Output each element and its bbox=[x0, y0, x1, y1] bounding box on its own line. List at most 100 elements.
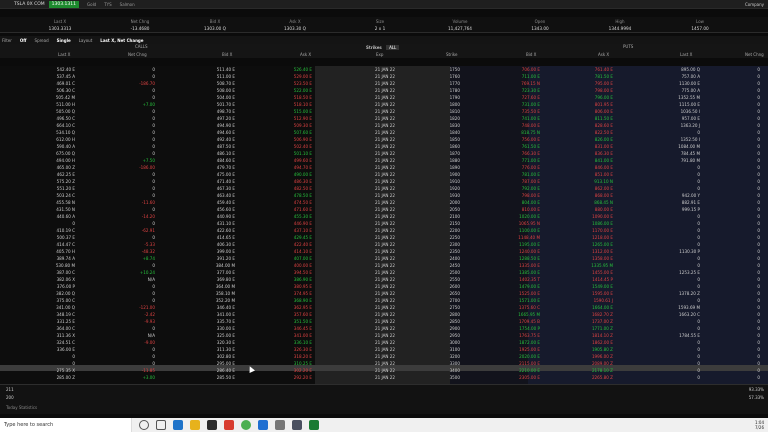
cell-pa[interactable]: 761.40 E bbox=[568, 66, 613, 73]
cell-pb[interactable]: 1335.00 E bbox=[495, 262, 540, 269]
cell-pa[interactable]: 826.00 E bbox=[568, 136, 613, 143]
cell-ca[interactable]: 446.90 E bbox=[262, 220, 312, 227]
cell-k[interactable]: 2250 bbox=[425, 234, 460, 241]
cell-k[interactable]: 3500 bbox=[425, 374, 460, 381]
spread-select[interactable]: Single bbox=[57, 38, 71, 43]
cell-pb[interactable]: 711.00 E bbox=[495, 73, 540, 80]
cell-exp[interactable]: 21 JAN 22 bbox=[355, 255, 395, 262]
cell-exp[interactable]: 21 JAN 22 bbox=[355, 87, 395, 94]
cell-ca[interactable]: 362.95 E bbox=[262, 304, 312, 311]
cell-exp[interactable]: 21 JAN 22 bbox=[355, 157, 395, 164]
cell-pa[interactable]: 868.00 E bbox=[568, 192, 613, 199]
cell-cb[interactable]: 463.40 E bbox=[185, 192, 235, 199]
cell-pn[interactable]: 0 bbox=[730, 178, 760, 185]
cell-pn[interactable]: 0 bbox=[730, 304, 760, 311]
cell-pb[interactable]: 1479.00 E bbox=[495, 283, 540, 290]
cell-pa[interactable]: 1905.80 Z bbox=[568, 346, 613, 353]
cell-pb[interactable]: 2020.00 E bbox=[495, 353, 540, 360]
tab-1[interactable]: TYS bbox=[104, 2, 111, 7]
cell-pb[interactable]: 769.15 N bbox=[495, 80, 540, 87]
cell-ca[interactable]: 429.45 E bbox=[262, 234, 312, 241]
cell-k[interactable]: 1810 bbox=[425, 108, 460, 115]
cell-pb[interactable]: 731.00 E bbox=[495, 101, 540, 108]
cell-pa[interactable]: 1086.00 E bbox=[568, 220, 613, 227]
cell-ca[interactable]: 522.00 E bbox=[262, 87, 312, 94]
cell-pn[interactable]: 0 bbox=[730, 192, 760, 199]
cell-cn[interactable]: 0 bbox=[95, 94, 155, 101]
cell-ca[interactable]: 326.30 E bbox=[262, 346, 312, 353]
cell-k[interactable]: 1800 bbox=[425, 101, 460, 108]
cell-pn[interactable]: 0 bbox=[730, 66, 760, 73]
table-row[interactable]: 311.36 X N/A 325.00 E 341.00 E 21 JAN 22 2950… bbox=[0, 332, 768, 339]
cell-k[interactable]: 1820 bbox=[425, 115, 460, 122]
cell-k[interactable]: 1880 bbox=[425, 157, 460, 164]
cell-ca[interactable]: 455.30 E bbox=[262, 213, 312, 220]
cell-pa[interactable]: 1358.00 E bbox=[568, 255, 613, 262]
cell-ca[interactable]: 529.00 E bbox=[262, 73, 312, 80]
cell-pb[interactable]: 2210.00 E bbox=[495, 367, 540, 374]
cell-cb[interactable]: 352.20 M bbox=[185, 297, 235, 304]
cell-cl[interactable]: 0 bbox=[20, 220, 75, 227]
cell-k[interactable]: 1900 bbox=[425, 171, 460, 178]
cell-ca[interactable]: 518.10 E bbox=[262, 101, 312, 108]
cell-pa[interactable]: 1682.70 Z bbox=[568, 311, 613, 318]
cell-cb[interactable]: 358.10 M bbox=[185, 290, 235, 297]
cell-cb[interactable]: 459.40 E bbox=[185, 199, 235, 206]
cell-cl[interactable]: 376.00 P bbox=[20, 283, 75, 290]
cell-k[interactable]: 2100 bbox=[425, 213, 460, 220]
col-header[interactable]: Bid X bbox=[222, 52, 232, 57]
table-row[interactable]: 324.51 C -9.00 320.30 E 336.10 E 21 JAN 22 30… bbox=[0, 339, 768, 346]
table-row[interactable]: 503.24 C 0 463.40 E 478.50 E 21 JAN 22 1930 79… bbox=[0, 192, 768, 199]
cell-pl[interactable]: 1130.30 P bbox=[655, 248, 700, 255]
cell-pl[interactable]: 1378.20 Z bbox=[655, 290, 700, 297]
cell-ca[interactable]: 509.30 E bbox=[262, 122, 312, 129]
cell-k[interactable]: 2150 bbox=[425, 220, 460, 227]
cell-cl[interactable]: 364.00 C bbox=[20, 325, 75, 332]
table-row[interactable]: 0 0 302.80 E 318.20 E 21 JAN 22 3200 2020.00 E… bbox=[0, 353, 768, 360]
table-row[interactable]: 440.60 A -14.20 440.90 E 455.30 E 21 JAN 22 2… bbox=[0, 213, 768, 220]
cell-pb[interactable]: 776.00 E bbox=[495, 164, 540, 171]
cell-cn[interactable]: 0 bbox=[95, 136, 155, 143]
table-row[interactable]: 285.00 Z +3.00 285.50 E 292.20 E 21 JAN 22 35… bbox=[0, 374, 768, 381]
chrome-icon[interactable] bbox=[241, 420, 251, 430]
cell-pb[interactable]: 1525.00 E bbox=[495, 290, 540, 297]
cell-k[interactable]: 2700 bbox=[425, 297, 460, 304]
cell-exp[interactable]: 21 JAN 22 bbox=[355, 276, 395, 283]
cell-pl[interactable]: 775.00 A bbox=[655, 87, 700, 94]
cell-pb[interactable]: 1571.00 E bbox=[495, 297, 540, 304]
cell-pa[interactable]: 880.00 E bbox=[568, 206, 613, 213]
cell-pa[interactable]: 1170.00 E bbox=[568, 227, 613, 234]
cell-pa[interactable]: 781.50 E bbox=[568, 73, 613, 80]
cell-pl[interactable]: 895.00 Q bbox=[655, 66, 700, 73]
col-header[interactable]: Ask X bbox=[598, 52, 609, 57]
cell-ca[interactable]: 380.95 E bbox=[262, 283, 312, 290]
cell-cn[interactable]: 0 bbox=[95, 108, 155, 115]
cell-k[interactable]: 2050 bbox=[425, 206, 460, 213]
cell-pl[interactable]: 1352.55 M bbox=[655, 94, 700, 101]
calculator-icon[interactable] bbox=[275, 420, 285, 430]
cell-cb[interactable]: 320.30 E bbox=[185, 339, 235, 346]
cell-ca[interactable]: 502.40 E bbox=[262, 143, 312, 150]
cell-pn[interactable]: 0 bbox=[730, 234, 760, 241]
table-row[interactable]: 575.20 Z 0 471.40 E 486.30 E 21 JAN 22 1910 78… bbox=[0, 178, 768, 185]
cell-exp[interactable]: 21 JAN 22 bbox=[355, 94, 395, 101]
cell-pl[interactable]: 999.15 P bbox=[655, 206, 700, 213]
cell-ca[interactable]: 400.00 E bbox=[262, 262, 312, 269]
cell-pb[interactable]: 723.30 E bbox=[495, 87, 540, 94]
cell-ca[interactable]: 414.10 E bbox=[262, 248, 312, 255]
cell-pa[interactable]: 1218.00 E bbox=[568, 234, 613, 241]
cell-cb[interactable]: 391.20 E bbox=[185, 255, 235, 262]
cell-cn[interactable]: +7.50 bbox=[95, 157, 155, 164]
cell-cn[interactable]: -186.00 bbox=[95, 164, 155, 171]
cell-ca[interactable]: 482.50 E bbox=[262, 185, 312, 192]
cell-k[interactable]: 2750 bbox=[425, 304, 460, 311]
cell-cn[interactable]: -121.00 bbox=[95, 304, 155, 311]
cell-pb[interactable]: 706.00 E bbox=[495, 66, 540, 73]
cell-pn[interactable]: 0 bbox=[730, 283, 760, 290]
cell-ca[interactable]: 512.90 E bbox=[262, 115, 312, 122]
cortana-icon[interactable] bbox=[139, 420, 149, 430]
cell-k[interactable]: 1830 bbox=[425, 122, 460, 129]
cell-cn[interactable]: +8.74 bbox=[95, 255, 155, 262]
cell-cl[interactable]: 465.00 Z bbox=[20, 164, 75, 171]
cell-pl[interactable]: 0 bbox=[655, 227, 700, 234]
